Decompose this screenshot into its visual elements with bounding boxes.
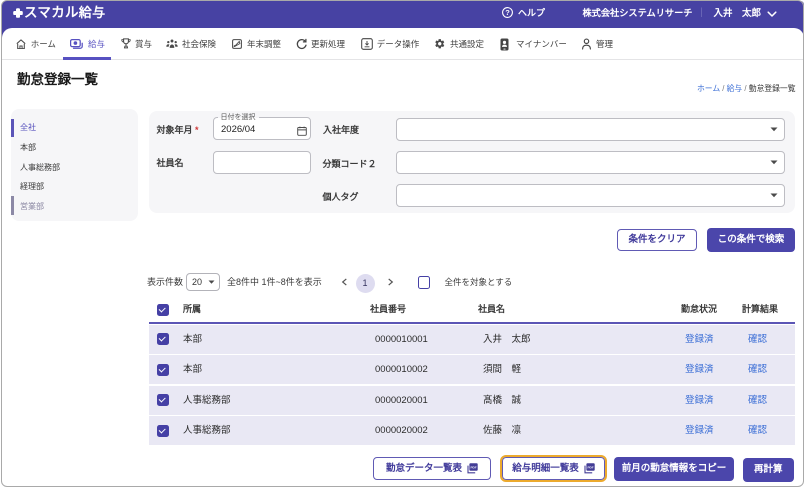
svg-text:PDF: PDF [587,465,593,469]
svg-text:PDF: PDF [470,465,476,469]
svg-text:?: ? [505,8,510,17]
